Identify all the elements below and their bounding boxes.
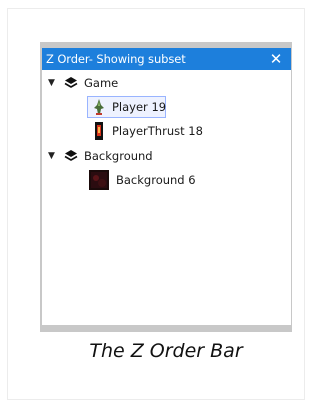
panel-titlebar: Z Order- Showing subset ✕ [42,48,291,70]
tree-group-label: Background [84,149,153,163]
thrust-sprite-icon [95,122,103,140]
expand-down-icon[interactable]: ▼ [48,72,58,94]
tree-group-game[interactable]: ▼ Game [42,72,291,94]
tree-group-background[interactable]: ▼ Background [42,145,291,167]
tree-item-label: Background 6 [116,173,196,187]
layers-icon [64,77,78,88]
tree-group-label: Game [84,76,119,90]
tree-item-label: Player 19 [112,100,167,114]
expand-down-icon[interactable]: ▼ [48,145,58,167]
tree-item-player[interactable]: Player 19 [87,96,166,118]
panel-title: Z Order- Showing subset [46,52,186,66]
tree-item-label: PlayerThrust 18 [112,124,203,138]
tree-item-player-thrust[interactable]: PlayerThrust 18 [87,120,247,142]
background-thumb-icon [89,170,109,190]
close-icon[interactable]: ✕ [269,48,283,70]
player-sprite-icon [94,99,104,115]
tree-item-background[interactable]: Background 6 [87,169,247,191]
layers-icon [64,150,78,161]
figure-caption: The Z Order Bar [89,340,243,362]
z-order-tree: ▼ Game Player 19 PlayerThrust 18 ▼ Backg… [42,70,291,325]
